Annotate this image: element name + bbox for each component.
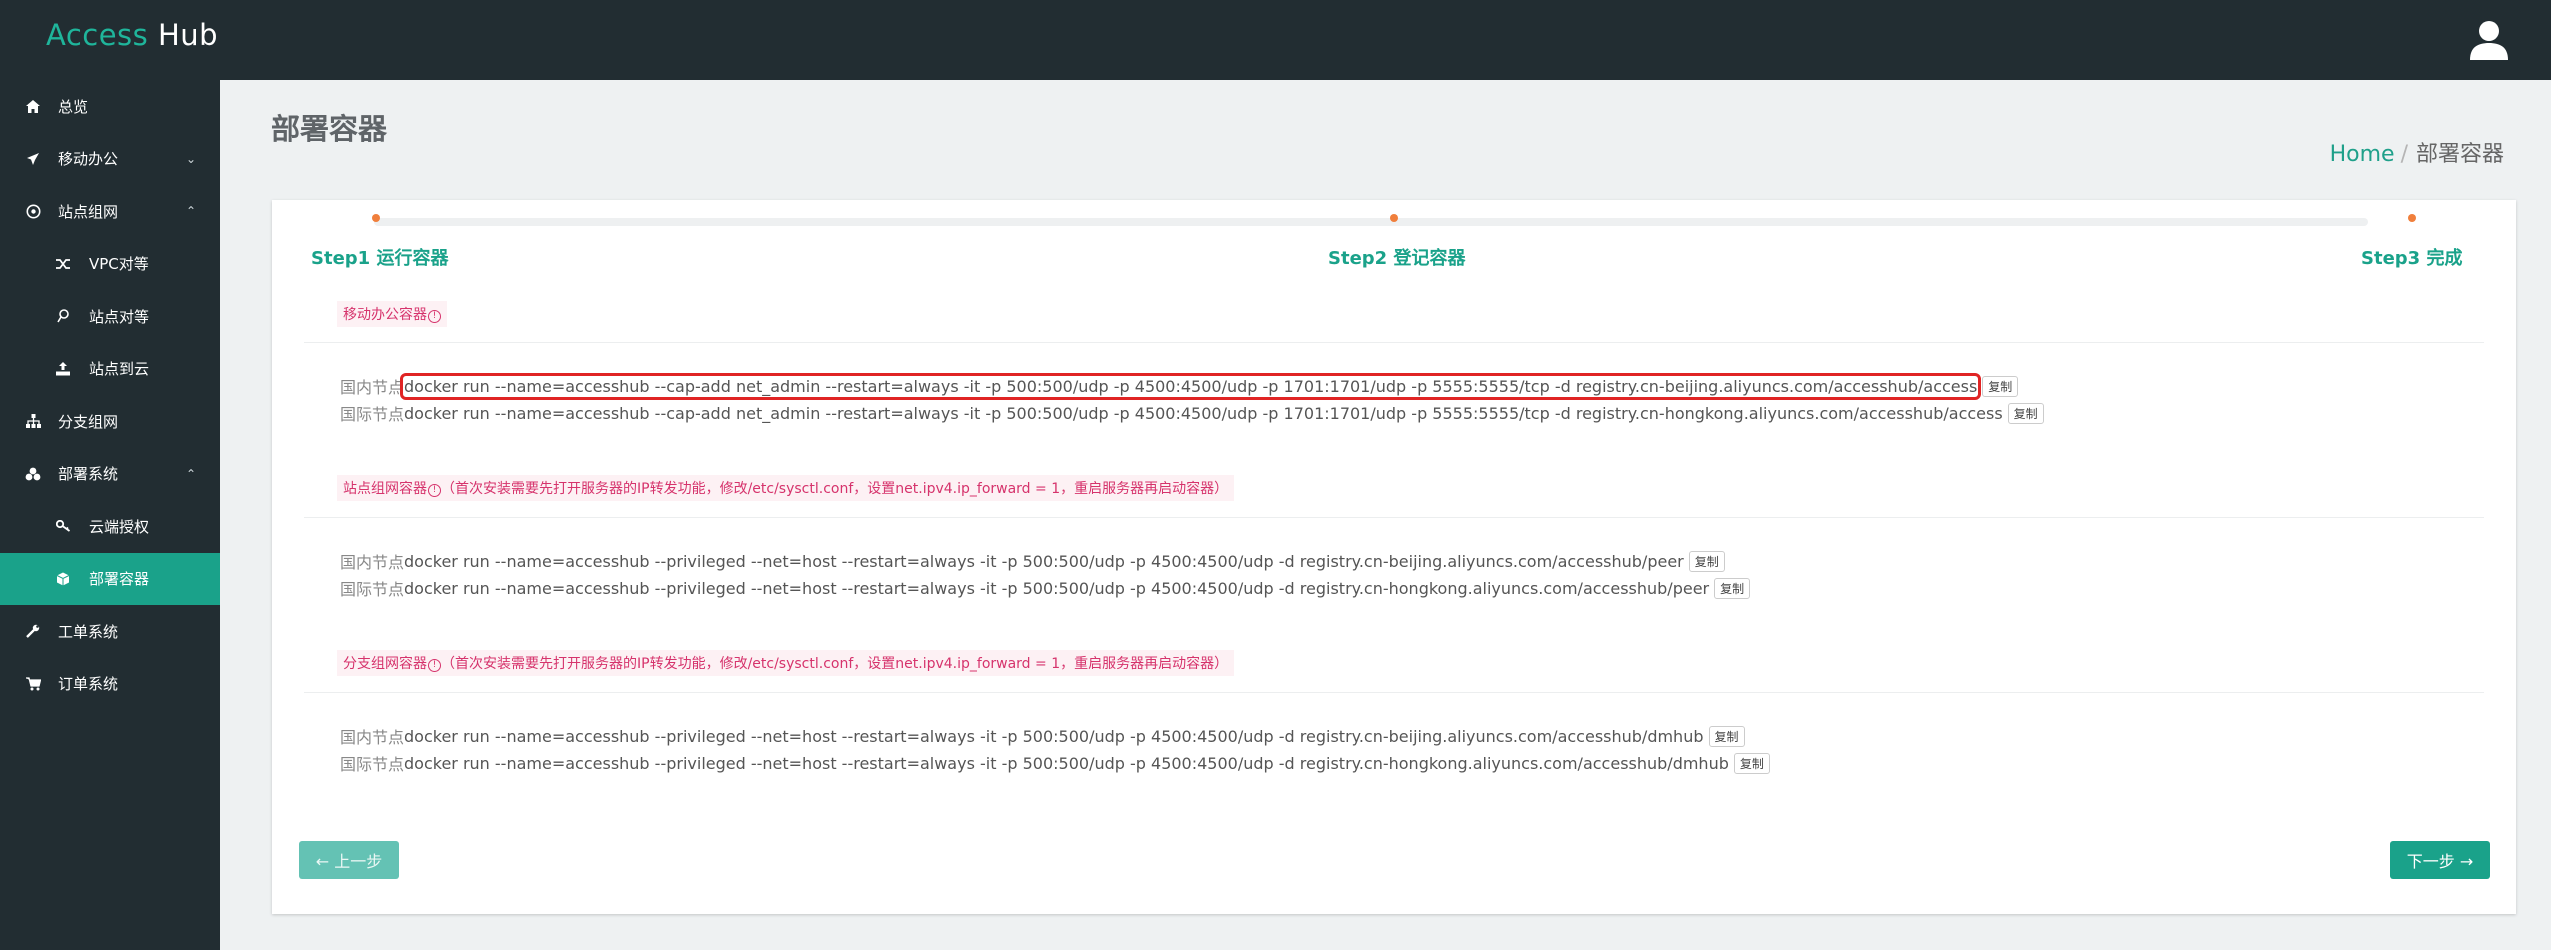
node-label: 国际节点 bbox=[340, 755, 405, 774]
step-3-label: Step3 完成 bbox=[2361, 248, 2463, 269]
info-icon[interactable]: ! bbox=[428, 484, 441, 497]
sidebar-item-label: 站点组网 bbox=[58, 202, 119, 221]
top-bar: Access Hub bbox=[0, 0, 2551, 80]
step-1-dot bbox=[372, 214, 380, 222]
breadcrumb-home-link[interactable]: Home bbox=[2330, 142, 2395, 167]
sitemap-icon bbox=[24, 412, 42, 430]
docker-command[interactable]: docker run --name=accesshub --privileged… bbox=[404, 579, 1709, 598]
copy-button[interactable]: 复制 bbox=[2007, 402, 2044, 424]
section-note: （首次安装需要先打开服务器的IP转发功能，修改/etc/sysctl.conf，… bbox=[441, 656, 1229, 672]
next-step-button[interactable]: 下一步 → bbox=[2390, 841, 2490, 879]
breadcrumb-separator: / bbox=[2400, 142, 2408, 167]
info-icon[interactable]: ! bbox=[428, 659, 441, 672]
docker-command[interactable]: docker run --name=accesshub --cap-add ne… bbox=[400, 372, 1982, 400]
sidebar: 总览 移动办公 ⌄ 站点组网 ⌃ VPC对等 站点对等 站点到云 分支组网 部署… bbox=[0, 80, 220, 950]
cmd-line-site-intl: 国际节点 docker run --name=accesshub --privi… bbox=[340, 576, 1751, 600]
upload-icon bbox=[54, 360, 72, 378]
steps-progress-track bbox=[374, 218, 2368, 226]
cmd-line-mobile-intl: 国际节点 docker run --name=accesshub --cap-a… bbox=[340, 401, 2044, 425]
section-tag-branch-network: 分支组网容器! （首次安装需要先打开服务器的IP转发功能，修改/etc/sysct… bbox=[337, 650, 1235, 676]
cmd-line-branch-domestic: 国内节点 docker run --name=accesshub --privi… bbox=[340, 724, 1745, 748]
sidebar-item-order-system[interactable]: 订单系统 bbox=[0, 658, 220, 711]
sidebar-item-label: 订单系统 bbox=[58, 675, 119, 694]
sidebar-item-label: 站点到云 bbox=[89, 360, 150, 379]
docker-command[interactable]: docker run --name=accesshub --privileged… bbox=[404, 754, 1729, 773]
cubes-icon bbox=[24, 465, 42, 483]
section-tag-label: 分支组网容器 bbox=[343, 656, 427, 672]
sidebar-item-site-peer[interactable]: 站点对等 bbox=[0, 290, 220, 343]
docker-command[interactable]: docker run --name=accesshub --cap-add ne… bbox=[404, 404, 2003, 423]
sidebar-item-mobile-office[interactable]: 移动办公 ⌄ bbox=[0, 133, 220, 186]
section-tag-site-network: 站点组网容器! （首次安装需要先打开服务器的IP转发功能，修改/etc/sysct… bbox=[337, 475, 1235, 501]
sidebar-item-overview[interactable]: 总览 bbox=[0, 80, 220, 133]
shuffle-icon bbox=[54, 255, 72, 273]
node-label: 国内节点 bbox=[340, 728, 405, 747]
step-2-dot bbox=[1390, 214, 1398, 222]
sidebar-item-label: 站点对等 bbox=[89, 307, 150, 326]
copy-button[interactable]: 复制 bbox=[1688, 550, 1725, 572]
sidebar-item-label: VPC对等 bbox=[89, 255, 149, 274]
sidebar-item-label: 部署容器 bbox=[89, 570, 150, 589]
main-content: 部署容器 Home / 部署容器 Step1 运行容器 Step2 登记容器 Ste… bbox=[220, 80, 2551, 950]
prev-step-button[interactable]: ← 上一步 bbox=[299, 841, 399, 879]
cmd-line-mobile-domestic: 国内节点 docker run --name=accesshub --cap-a… bbox=[340, 372, 2019, 400]
cmd-line-branch-intl: 国际节点 docker run --name=accesshub --privi… bbox=[340, 751, 1770, 775]
sidebar-item-deploy-system[interactable]: 部署系统 ⌃ bbox=[0, 448, 220, 501]
app-title-part2: Hub bbox=[158, 18, 219, 52]
home-icon bbox=[24, 97, 42, 115]
page-title: 部署容器 bbox=[271, 112, 388, 146]
docker-command[interactable]: docker run --name=accesshub --privileged… bbox=[404, 552, 1684, 571]
section-note: （首次安装需要先打开服务器的IP转发功能，修改/etc/sysctl.conf，… bbox=[441, 481, 1229, 497]
cart-icon bbox=[24, 675, 42, 693]
app-logo[interactable]: Access Hub bbox=[46, 18, 218, 52]
copy-button[interactable]: 复制 bbox=[1733, 752, 1770, 774]
key-icon bbox=[54, 517, 72, 535]
sidebar-item-site-network[interactable]: 站点组网 ⌃ bbox=[0, 185, 220, 238]
app-title-part1: Access bbox=[46, 18, 149, 52]
node-label: 国内节点 bbox=[340, 553, 405, 572]
chevron-up-icon: ⌃ bbox=[185, 204, 196, 219]
sidebar-item-ticket-system[interactable]: 工单系统 bbox=[0, 605, 220, 658]
copy-button[interactable]: 复制 bbox=[1982, 375, 2019, 397]
deploy-wizard-card: Step1 运行容器 Step2 登记容器 Step3 完成 移动办公容器! 国… bbox=[272, 200, 2516, 914]
section-tag-label: 移动办公容器 bbox=[343, 307, 427, 323]
sidebar-item-label: 部署系统 bbox=[58, 465, 119, 484]
chevron-up-icon: ⌃ bbox=[185, 466, 196, 481]
node-label: 国际节点 bbox=[340, 405, 405, 424]
sidebar-item-deploy-container[interactable]: 部署容器 bbox=[0, 552, 220, 605]
sidebar-item-label: 工单系统 bbox=[58, 622, 119, 641]
sidebar-item-label: 分支组网 bbox=[58, 412, 119, 431]
sidebar-item-label: 移动办公 bbox=[58, 150, 119, 169]
sidebar-item-label: 云端授权 bbox=[89, 517, 150, 536]
wrench-icon bbox=[24, 622, 42, 640]
network-icon bbox=[24, 202, 42, 220]
copy-button[interactable]: 复制 bbox=[1714, 577, 1751, 599]
section-tag-mobile-office: 移动办公容器! bbox=[337, 301, 447, 327]
cmd-line-site-domestic: 国内节点 docker run --name=accesshub --privi… bbox=[340, 549, 1725, 573]
divider bbox=[304, 692, 2484, 693]
step-1-label: Step1 运行容器 bbox=[311, 248, 449, 269]
docker-command[interactable]: docker run --name=accesshub --privileged… bbox=[404, 727, 1703, 746]
chevron-down-icon: ⌄ bbox=[185, 151, 196, 166]
sidebar-item-site-to-cloud[interactable]: 站点到云 bbox=[0, 343, 220, 396]
user-icon[interactable] bbox=[2467, 18, 2511, 62]
cube-icon bbox=[54, 570, 72, 588]
node-label: 国内节点 bbox=[340, 378, 405, 397]
plane-icon bbox=[24, 150, 42, 168]
breadcrumb: Home / 部署容器 bbox=[2330, 136, 2504, 168]
breadcrumb-current: 部署容器 bbox=[2415, 142, 2504, 167]
node-label: 国际节点 bbox=[340, 580, 405, 599]
sidebar-item-branch-network[interactable]: 分支组网 bbox=[0, 395, 220, 448]
step-3-dot bbox=[2408, 214, 2416, 222]
divider bbox=[304, 517, 2484, 518]
sidebar-item-cloud-auth[interactable]: 云端授权 bbox=[0, 500, 220, 553]
sidebar-item-label: 总览 bbox=[58, 97, 89, 116]
sidebar-item-vpc-peer[interactable]: VPC对等 bbox=[0, 238, 220, 291]
copy-button[interactable]: 复制 bbox=[1708, 725, 1745, 747]
step-2-label: Step2 登记容器 bbox=[1328, 248, 1466, 269]
divider bbox=[304, 342, 2484, 343]
pin-icon bbox=[54, 307, 72, 325]
section-tag-label: 站点组网容器 bbox=[343, 481, 427, 497]
info-icon[interactable]: ! bbox=[428, 310, 441, 323]
